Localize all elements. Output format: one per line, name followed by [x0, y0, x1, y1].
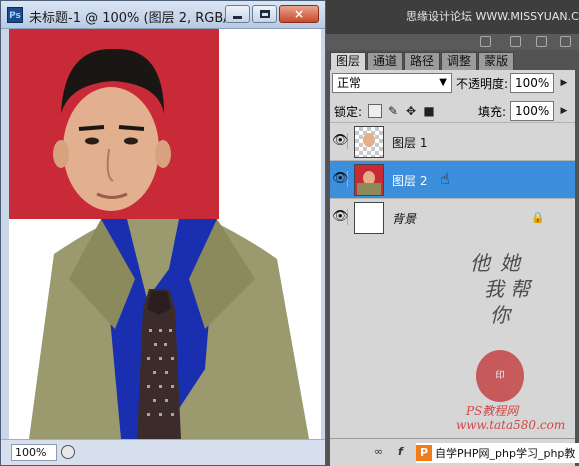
document-window: Ps 未标题-1 @ 100% (图层 2, RGB/8... × 100% [0, 0, 326, 466]
tab-channels[interactable]: 通道 [367, 52, 404, 70]
site-caption: 自学PHP网_php学习_php教 [435, 447, 576, 460]
layer-name: 图层 2 [392, 174, 428, 188]
maximize-icon [259, 10, 270, 18]
lock-all-icon[interactable]: ■ [422, 104, 436, 118]
photo-lower-area [9, 219, 321, 439]
eye-visibility-icon[interactable]: 👁 [332, 209, 349, 225]
maximize-button[interactable] [252, 5, 277, 23]
zoom-field[interactable]: 100% [11, 444, 57, 461]
close-icon: × [293, 7, 305, 21]
tab-layers[interactable]: 图层 [330, 52, 367, 70]
panel-toolbar [326, 34, 579, 50]
thumb-face-shape [363, 133, 375, 147]
fill-label: 填充: [478, 105, 507, 119]
watermark-calligraphy: 他 她 我 帮 你 [460, 250, 570, 328]
watermark-char: 你 [490, 303, 510, 327]
panel-tabs: 图层 通道 路径 调整 蒙版 [330, 52, 515, 70]
photoshop-app-icon: Ps [7, 7, 23, 23]
lock-transparency-icon[interactable] [368, 104, 382, 118]
layer-row-selected[interactable]: 👁 图层 2 ☝ [330, 160, 575, 198]
thumb-suit-shape [357, 183, 381, 195]
tab-paths[interactable]: 路径 [404, 52, 441, 70]
watermark-char: 帮 [510, 277, 530, 301]
opacity-label: 不透明度: [456, 77, 509, 91]
document-titlebar[interactable]: Ps 未标题-1 @ 100% (图层 2, RGB/8... × [1, 1, 325, 29]
layer-thumbnail [354, 126, 384, 158]
layers-panel-area: 思缘设计论坛 WWW.MISSYUAN.COM 图层 通道 路径 调整 蒙版 正… [326, 0, 579, 466]
fill-slider-arrow-icon[interactable]: ▶ [557, 101, 571, 121]
close-button[interactable]: × [279, 5, 319, 23]
opacity-slider-arrow-icon[interactable]: ▶ [557, 73, 571, 93]
layer-thumbnail [354, 202, 384, 234]
watermark-top-text: 思缘设计论坛 WWW.MISSYUAN.COM [406, 10, 579, 23]
fill-input[interactable]: 100% [510, 101, 554, 121]
layers-list: 👁 图层 1 👁 图层 2 ☝ 👁 背景 🔒 [330, 122, 575, 236]
panel-tool-icon[interactable] [480, 36, 491, 47]
hand-cursor-icon: ☝ [440, 169, 450, 188]
panel-tool-icon[interactable] [560, 36, 571, 47]
portrait-head-image [53, 48, 171, 211]
opacity-input[interactable]: 100% [510, 73, 554, 93]
blend-mode-select[interactable]: 正常 ▼ [332, 73, 452, 93]
php-site-logo-icon: P [416, 445, 432, 461]
eye-visibility-icon[interactable]: 👁 [332, 171, 349, 187]
suit-body-image [29, 219, 309, 439]
blend-mode-value: 正常 [337, 76, 362, 90]
eye-visibility-icon[interactable]: 👁 [332, 133, 349, 149]
minimize-button[interactable] [225, 5, 250, 23]
panel-header: 思缘设计论坛 WWW.MISSYUAN.COM [326, 0, 579, 34]
layer-row[interactable]: 👁 背景 🔒 [330, 198, 575, 236]
layer-name: 背景 [392, 212, 417, 226]
lock-position-move-icon[interactable]: ✥ [404, 104, 418, 118]
watermark-ps-tutorial: PS教程网 [466, 404, 519, 418]
panel-footer: ∞ f P 自学PHP网_php学习_php教 [330, 438, 579, 466]
layer-name: 图层 1 [392, 136, 428, 150]
panel-tool-icon[interactable] [510, 36, 521, 47]
site-badge: P 自学PHP网_php学习_php教 [416, 443, 579, 463]
link-layers-icon[interactable]: ∞ [374, 445, 383, 458]
window-controls: × [225, 5, 319, 23]
tab-adjustments[interactable]: 调整 [441, 52, 478, 70]
minimize-icon [233, 15, 242, 19]
document-statusbar: 100% [1, 439, 325, 465]
layer-style-fx-icon[interactable]: f [398, 445, 403, 458]
panel-tool-icon[interactable] [536, 36, 547, 47]
layers-panel: 正常 ▼ 不透明度: 100% ▶ 锁定: ✎ ✥ ■ 填充: 100% ▶ 👁… [330, 70, 575, 438]
document-title: 未标题-1 @ 100% (图层 2, RGB/8... [29, 11, 249, 26]
layer-lock-icon: 🔒 [531, 211, 545, 224]
watermark-url: www.tata580.com [456, 418, 566, 432]
photo-red-background [9, 29, 219, 219]
layer-thumbnail [354, 164, 384, 196]
lock-label: 锁定: [334, 105, 363, 119]
tab-masks[interactable]: 蒙版 [478, 52, 515, 70]
layer-row[interactable]: 👁 图层 1 [330, 122, 575, 160]
chevron-down-icon: ▼ [439, 77, 447, 88]
document-canvas[interactable] [9, 29, 321, 439]
status-info-icon[interactable] [61, 445, 75, 459]
red-seal-stamp: 印 [476, 350, 524, 402]
lock-image-brush-icon[interactable]: ✎ [386, 104, 400, 118]
